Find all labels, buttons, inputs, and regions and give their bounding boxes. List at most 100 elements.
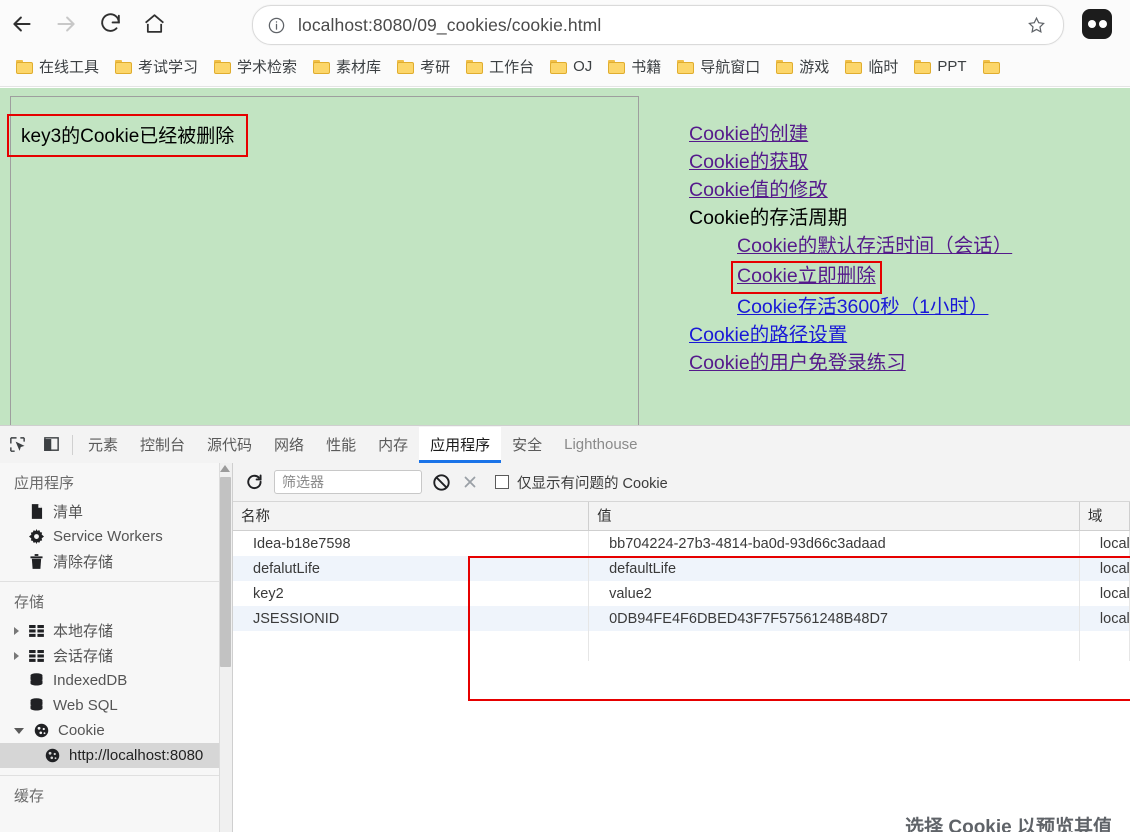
bookmark-item[interactable]: 工作台 xyxy=(458,53,542,80)
column-header-name[interactable]: 名称 xyxy=(233,502,590,531)
bookmark-item[interactable]: PPT xyxy=(906,55,974,78)
sidebar-item-label: Service Workers xyxy=(53,528,163,545)
bookmark-label: 书籍 xyxy=(631,59,662,76)
link-row: Cookie的用户免登录练习 xyxy=(689,350,1109,378)
database-icon xyxy=(28,697,45,714)
sidebar-section-cache: 缓存 xyxy=(14,788,45,805)
table-row[interactable]: key2 value2 localh xyxy=(233,581,1130,606)
info-circle-icon[interactable] xyxy=(267,16,286,35)
tab-security[interactable]: 安全 xyxy=(501,427,553,463)
chevron-right-icon[interactable] xyxy=(14,626,19,635)
refresh-icon[interactable] xyxy=(245,473,264,492)
folder-icon xyxy=(397,59,415,74)
sidebar-item-service-workers[interactable]: Service Workers xyxy=(0,524,232,549)
bookmark-item[interactable]: 临时 xyxy=(837,53,906,80)
bookmark-label: 素材库 xyxy=(336,59,382,76)
scrollbar-thumb[interactable] xyxy=(220,477,231,667)
back-button[interactable] xyxy=(0,2,44,46)
devtools-tabbar: 元素 控制台 源代码 网络 性能 内存 应用程序 安全 Lighthouse xyxy=(0,426,1130,464)
address-bar[interactable]: localhost:8080/09_cookies/cookie.html xyxy=(252,5,1064,45)
table-grid-icon xyxy=(28,647,45,664)
cell-cookie-name: defalutLife xyxy=(233,556,590,581)
toolbar-divider xyxy=(72,434,73,455)
bookmark-item[interactable]: 考试学习 xyxy=(107,53,206,80)
sidebar-item-cookie-origin[interactable]: http://localhost:8080 xyxy=(0,743,232,768)
sidebar-item-manifest[interactable]: 清单 xyxy=(0,499,232,524)
table-row-empty xyxy=(233,631,1130,661)
chevron-right-icon[interactable] xyxy=(14,651,19,660)
cell-cookie-domain: localh xyxy=(1079,556,1130,581)
bookmark-item[interactable]: 在线工具 xyxy=(8,53,107,80)
devtools-panel: 元素 控制台 源代码 网络 性能 内存 应用程序 安全 Lighthouse 应… xyxy=(0,425,1130,832)
bookmark-item[interactable]: OJ xyxy=(542,55,600,78)
link-row: Cookie存活3600秒（1小时） xyxy=(689,294,1109,322)
tab-lighthouse[interactable]: Lighthouse xyxy=(553,427,648,463)
gear-icon xyxy=(28,528,45,545)
sidebar-item-session-storage[interactable]: 会话存储 xyxy=(0,643,232,668)
device-toolbar-icon[interactable] xyxy=(34,427,68,463)
folder-icon xyxy=(845,59,863,74)
folder-icon xyxy=(776,59,794,74)
sidebar-scrollbar[interactable] xyxy=(219,463,232,832)
clear-all-cookies-icon[interactable] xyxy=(432,473,451,492)
table-row[interactable]: defalutLife defaultLife localh xyxy=(233,556,1130,581)
profile-avatar-icon[interactable] xyxy=(1082,9,1112,39)
delete-result-message: key3的Cookie已经被删除 xyxy=(7,114,249,157)
cookie-filter-input[interactable]: 筛选器 xyxy=(274,470,422,494)
tab-elements[interactable]: 元素 xyxy=(77,427,129,463)
bookmark-item[interactable]: 导航窗口 xyxy=(669,53,768,80)
bookmark-item[interactable]: 考研 xyxy=(389,53,458,80)
bookmark-item[interactable]: 游戏 xyxy=(768,53,837,80)
tab-network[interactable]: 网络 xyxy=(263,427,315,463)
tab-console[interactable]: 控制台 xyxy=(129,427,196,463)
link-cookie-path[interactable]: Cookie的路径设置 xyxy=(689,322,847,348)
cell-cookie-value: 0DB94FE4F6DBED43F7F57561248B48D7 xyxy=(588,606,1080,631)
scroll-up-arrow-icon[interactable] xyxy=(220,465,230,472)
tab-application[interactable]: 应用程序 xyxy=(419,426,502,463)
checkbox-box[interactable] xyxy=(495,475,509,489)
sidebar-item-indexeddb[interactable]: IndexedDB xyxy=(0,668,232,693)
reload-button[interactable] xyxy=(88,2,132,46)
sidebar-section-application: 应用程序 xyxy=(14,475,75,492)
link-cookie-autologin[interactable]: Cookie的用户免登录练习 xyxy=(689,350,906,376)
link-cookie-default-life[interactable]: Cookie的默认存活时间（会话） xyxy=(737,233,1012,259)
sidebar-item-clear-storage[interactable]: 清除存储 xyxy=(0,549,232,574)
tab-memory[interactable]: 内存 xyxy=(367,427,419,463)
bookmark-star-icon[interactable] xyxy=(1026,15,1047,36)
link-cookie-get[interactable]: Cookie的获取 xyxy=(689,149,808,175)
sidebar-item-cookie[interactable]: Cookie xyxy=(0,718,232,743)
forward-button[interactable] xyxy=(44,2,88,46)
link-cookie-modify[interactable]: Cookie值的修改 xyxy=(689,177,828,203)
bookmark-item[interactable]: 书籍 xyxy=(600,53,669,80)
only-problem-cookies-checkbox[interactable]: 仅显示有问题的 Cookie xyxy=(495,472,668,493)
column-header-domain[interactable]: 域 xyxy=(1079,502,1130,531)
cookie-links-list: Cookie的创建 Cookie的获取 Cookie值的修改 Cookie的存活… xyxy=(689,121,1109,378)
close-x-icon[interactable] xyxy=(461,473,479,491)
link-row: Cookie值的修改 xyxy=(689,177,1109,205)
bookmark-label: OJ xyxy=(573,58,593,75)
tab-sources[interactable]: 源代码 xyxy=(196,427,263,463)
inspect-element-icon[interactable] xyxy=(0,427,34,463)
sidebar-item-websql[interactable]: Web SQL xyxy=(0,693,232,718)
table-row[interactable]: Idea-b18e7598 bb704224-27b3-4814-ba0d-93… xyxy=(233,530,1130,556)
link-cookie-delete-now[interactable]: Cookie立即删除 xyxy=(737,263,876,289)
link-cookie-create[interactable]: Cookie的创建 xyxy=(689,121,808,147)
address-bar-url[interactable]: localhost:8080/09_cookies/cookie.html xyxy=(298,15,1026,36)
home-button[interactable] xyxy=(132,2,176,46)
sidebar-item-local-storage[interactable]: 本地存储 xyxy=(0,618,232,643)
cell-cookie-name: JSESSIONID xyxy=(233,606,590,631)
cookie-preview-hint: 选择 Cookie 以预览其值 xyxy=(905,817,1112,832)
link-cookie-3600[interactable]: Cookie存活3600秒（1小时） xyxy=(737,294,988,320)
tab-performance[interactable]: 性能 xyxy=(315,427,367,463)
bookmark-item[interactable]: 素材库 xyxy=(305,53,389,80)
table-header-row: 名称 值 域 xyxy=(233,502,1130,531)
sidebar-section-storage: 存储 xyxy=(14,594,45,611)
table-row[interactable]: JSESSIONID 0DB94FE4F6DBED43F7F57561248B4… xyxy=(233,606,1130,631)
bookmark-item[interactable]: 学术检索 xyxy=(206,53,305,80)
database-icon xyxy=(28,672,45,689)
bookmark-item-overflow[interactable] xyxy=(975,57,1008,77)
column-header-value[interactable]: 值 xyxy=(588,502,1080,531)
chevron-down-icon[interactable] xyxy=(14,727,24,734)
folder-icon xyxy=(982,59,1000,74)
devtools-sidebar: 应用程序 清单 Service Workers 清除存储 存储 本地存储 会话存… xyxy=(0,463,233,832)
